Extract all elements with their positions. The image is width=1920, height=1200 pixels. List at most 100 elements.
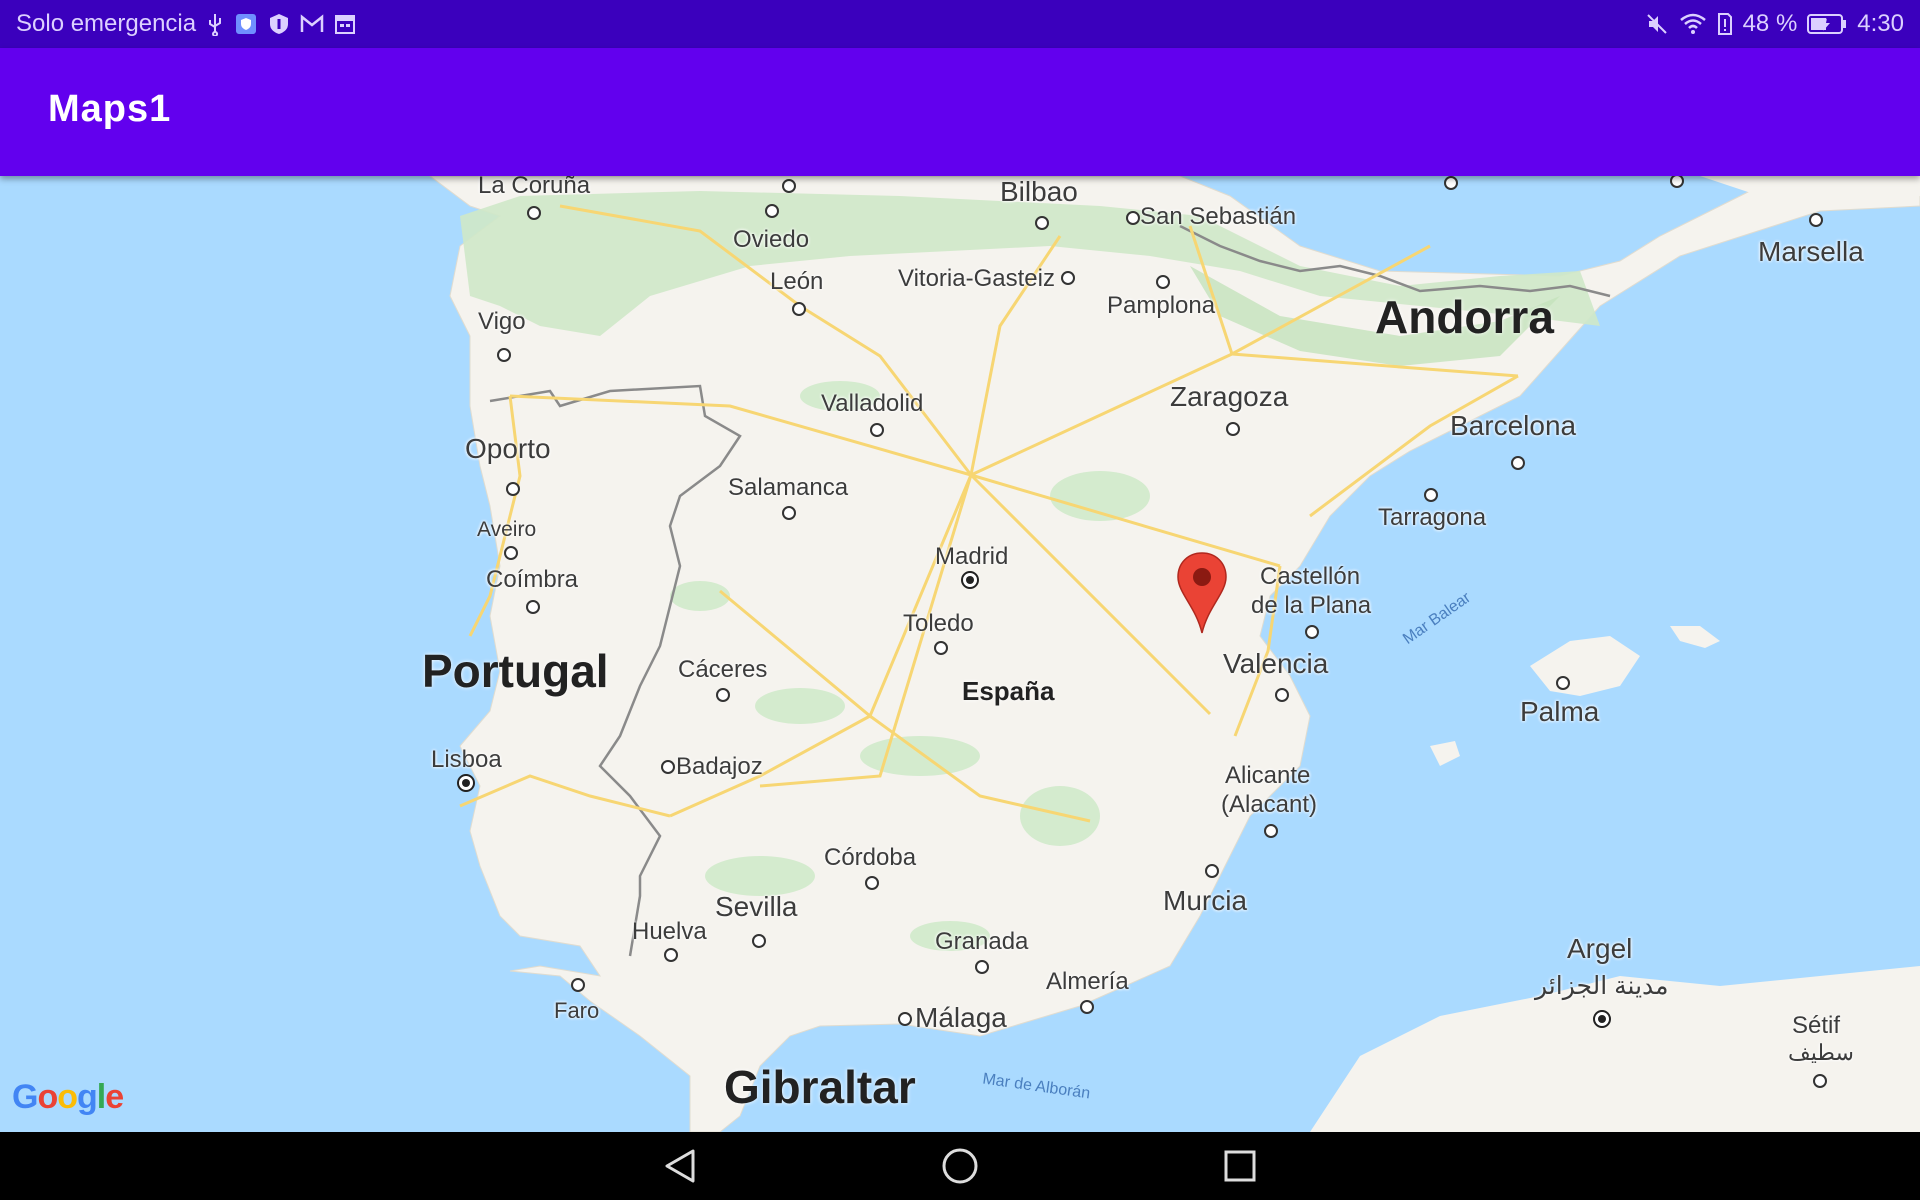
city-murcia: Murcia xyxy=(1163,885,1248,916)
city-oporto: Oporto xyxy=(465,433,551,464)
back-icon xyxy=(665,1149,695,1183)
city-dot xyxy=(527,206,541,220)
city-dot xyxy=(1556,676,1570,690)
city-vigo: Vigo xyxy=(478,308,526,335)
city-dot xyxy=(870,423,884,437)
wifi-icon xyxy=(1679,12,1707,36)
shield-app-icon xyxy=(234,12,258,36)
city-vitoria: Vitoria-Gasteiz xyxy=(898,265,1055,292)
city-oviedo: Oviedo xyxy=(733,226,810,253)
city-dot xyxy=(1424,488,1438,502)
city-setif: Sétif xyxy=(1792,1012,1841,1039)
security-icon xyxy=(268,12,290,36)
gmail-icon xyxy=(300,14,324,34)
city-dot xyxy=(1275,688,1289,702)
city-aveiro: Aveiro xyxy=(477,518,537,541)
location-marker-icon[interactable] xyxy=(1176,551,1228,635)
label-espana: España xyxy=(962,676,1055,706)
city-argel-ar: مدينة الجزائر xyxy=(1535,972,1669,1000)
battery-charging-icon xyxy=(1807,13,1847,35)
city-castellon-1: Castellón xyxy=(1260,563,1361,590)
city-zaragoza: Zaragoza xyxy=(1170,381,1289,412)
city-faro: Faro xyxy=(554,998,600,1023)
navigation-bar xyxy=(0,1132,1920,1200)
clock: 4:30 xyxy=(1857,10,1904,37)
city-bilbao: Bilbao xyxy=(1000,176,1078,207)
city-dot xyxy=(526,600,540,614)
city-dot xyxy=(792,302,806,316)
city-setif-ar: سطيف xyxy=(1788,1040,1854,1065)
capital-dot xyxy=(457,774,475,792)
home-button[interactable] xyxy=(930,1142,990,1190)
city-dot xyxy=(865,876,879,890)
city-tarragona: Tarragona xyxy=(1378,504,1487,531)
city-castellon-2: de la Plana xyxy=(1251,592,1372,619)
city-dot xyxy=(765,204,779,218)
city-dot xyxy=(1264,824,1278,838)
city-dot xyxy=(1226,422,1240,436)
battery-percent: 48 % xyxy=(1742,10,1798,37)
city-dot xyxy=(782,506,796,520)
city-dot xyxy=(506,482,520,496)
city-valencia: Valencia xyxy=(1223,648,1329,679)
label-andorra: Andorra xyxy=(1375,291,1554,343)
city-alicante-1: Alicante xyxy=(1225,762,1311,789)
city-cordoba: Córdoba xyxy=(824,844,917,871)
city-dot xyxy=(1809,213,1823,227)
city-toledo: Toledo xyxy=(903,610,974,637)
mute-icon xyxy=(1645,12,1669,36)
city-dot xyxy=(661,760,675,774)
recents-icon xyxy=(1224,1150,1256,1182)
city-dot xyxy=(571,978,585,992)
back-button[interactable] xyxy=(650,1142,710,1190)
city-malaga: Málaga xyxy=(915,1002,1007,1033)
city-badajoz: Badajoz xyxy=(676,753,763,780)
city-madrid: Madrid xyxy=(935,543,1009,570)
city-dot xyxy=(934,641,948,655)
city-coimbra: Coímbra xyxy=(486,566,579,593)
recents-button[interactable] xyxy=(1210,1142,1270,1190)
carrier-text: Solo emergencia xyxy=(16,10,197,37)
label-portugal: Portugal xyxy=(422,645,609,697)
usb-icon xyxy=(206,12,224,36)
city-marsella: Marsella xyxy=(1758,236,1864,267)
home-icon xyxy=(942,1148,978,1184)
city-argel: Argel xyxy=(1567,933,1633,964)
map-view[interactable]: Portugal España Andorra Gibraltar Mar Ba… xyxy=(0,176,1920,1132)
app-title: Maps1 xyxy=(48,88,172,130)
city-la-coruna: La Coruña xyxy=(478,176,591,199)
city-almeria: Almería xyxy=(1046,968,1129,995)
app-bar: Maps1 xyxy=(0,48,1920,176)
city-sevilla: Sevilla xyxy=(715,891,798,922)
city-alicante-2: (Alacant) xyxy=(1221,791,1318,818)
city-valladolid: Valladolid xyxy=(821,390,924,417)
city-dot xyxy=(1205,864,1219,878)
city-lisboa: Lisboa xyxy=(431,746,502,773)
city-dot xyxy=(1156,275,1170,289)
city-dot xyxy=(664,948,678,962)
city-dot xyxy=(1126,211,1140,225)
city-dot xyxy=(1061,271,1075,285)
city-san-sebastian: San Sebastián xyxy=(1140,203,1297,230)
city-leon: León xyxy=(770,268,824,295)
city-dot xyxy=(1511,456,1525,470)
city-barcelona: Barcelona xyxy=(1450,410,1577,441)
city-dot xyxy=(1035,216,1049,230)
city-dot xyxy=(716,688,730,702)
city-caceres: Cáceres xyxy=(678,656,768,683)
city-dot xyxy=(898,1012,912,1026)
city-dot xyxy=(975,960,989,974)
city-huelva: Huelva xyxy=(632,918,707,945)
city-granada: Granada xyxy=(935,928,1029,955)
city-dot xyxy=(504,546,518,560)
capital-dot xyxy=(1593,1010,1611,1028)
status-bar: Solo emergencia 48 % 4:30 xyxy=(0,0,1920,48)
sim-alert-icon xyxy=(1717,12,1733,36)
city-pamplona: Pamplona xyxy=(1107,292,1216,319)
google-logo: Google xyxy=(12,1078,124,1116)
city-dot xyxy=(1305,625,1319,639)
label-gibraltar: Gibraltar xyxy=(724,1061,916,1113)
city-dot xyxy=(1444,176,1458,190)
city-salamanca: Salamanca xyxy=(728,474,849,501)
city-dot xyxy=(497,348,511,362)
